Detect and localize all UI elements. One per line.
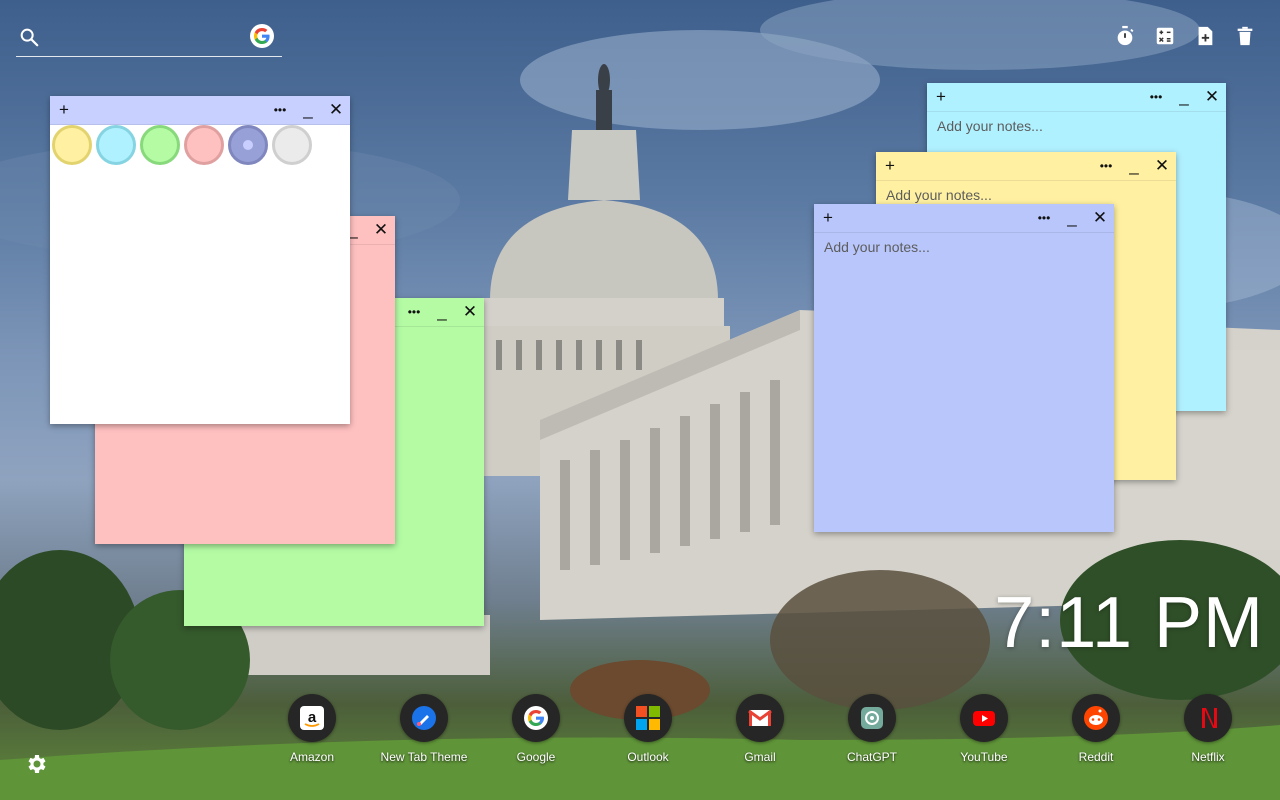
color-swatch-lavender[interactable]	[228, 125, 268, 165]
close-button[interactable]: ✕	[1202, 87, 1222, 107]
close-button[interactable]: ✕	[371, 220, 391, 240]
google-icon	[524, 706, 548, 730]
color-palette	[50, 125, 314, 165]
brush-icon	[412, 706, 436, 730]
shortcut-outlook[interactable]: Outlook	[592, 694, 704, 764]
minimize-button[interactable]: _	[1062, 208, 1082, 228]
color-swatch-cyan[interactable]	[96, 125, 136, 165]
shortcut-chatgpt[interactable]: ChatGPT	[816, 694, 928, 764]
search-icon[interactable]	[18, 26, 40, 48]
note-menu-button[interactable]: •••	[1034, 208, 1054, 228]
close-button[interactable]: ✕	[1090, 208, 1110, 228]
google-icon	[254, 28, 270, 44]
reddit-icon	[1084, 706, 1108, 730]
add-note-button[interactable]: +	[880, 156, 900, 176]
note-titlebar[interactable]: + ••• _ ✕	[50, 96, 350, 125]
gmail-icon	[748, 709, 772, 726]
shortcut-gmail[interactable]: Gmail	[704, 694, 816, 764]
minimize-button[interactable]: _	[1174, 87, 1194, 107]
add-note-icon[interactable]	[1194, 24, 1216, 48]
gear-icon[interactable]	[24, 752, 48, 776]
shortcut-new-tab-theme[interactable]: New Tab Theme	[368, 694, 480, 764]
minimize-button[interactable]: _	[1124, 156, 1144, 176]
shortcuts-dock: a Amazon New Tab Theme Google Outlook Gm…	[256, 694, 1262, 774]
calculator-icon[interactable]	[1154, 24, 1176, 48]
add-note-button[interactable]: +	[931, 87, 951, 107]
shortcut-netflix[interactable]: Netflix	[1152, 694, 1264, 764]
chatgpt-icon	[861, 707, 883, 729]
close-button[interactable]: ✕	[1152, 156, 1172, 176]
amazon-icon: a	[300, 706, 324, 730]
stopwatch-icon[interactable]	[1114, 24, 1136, 48]
shortcut-youtube[interactable]: YouTube	[928, 694, 1040, 764]
color-swatch-pink[interactable]	[184, 125, 224, 165]
netflix-icon	[1202, 708, 1217, 728]
note-menu-button[interactable]: •••	[404, 302, 424, 322]
clock: 7:11 PM	[994, 583, 1264, 663]
note-titlebar[interactable]: + ••• _ ✕	[876, 152, 1176, 181]
sticky-note-white: + ••• _ ✕	[50, 96, 350, 424]
add-note-button[interactable]: +	[818, 208, 838, 228]
search-bar	[16, 20, 282, 57]
google-search-button[interactable]	[250, 24, 274, 48]
toolbar	[1114, 24, 1256, 48]
note-menu-button[interactable]: •••	[1146, 87, 1166, 107]
color-swatch-green[interactable]	[140, 125, 180, 165]
note-menu-button[interactable]: •••	[1096, 156, 1116, 176]
add-note-button[interactable]: +	[54, 100, 74, 120]
svg-text:a: a	[308, 709, 317, 726]
shortcut-reddit[interactable]: Reddit	[1040, 694, 1152, 764]
microsoft-icon	[636, 706, 660, 730]
youtube-icon	[973, 711, 995, 726]
color-swatch-yellow[interactable]	[52, 125, 92, 165]
minimize-button[interactable]: _	[432, 302, 452, 322]
note-titlebar[interactable]: + ••• _ ✕	[927, 83, 1226, 112]
trash-icon[interactable]	[1234, 24, 1256, 48]
search-input[interactable]	[48, 26, 252, 50]
close-button[interactable]: ✕	[460, 302, 480, 322]
color-swatch-white[interactable]	[272, 125, 312, 165]
close-button[interactable]: ✕	[326, 100, 346, 120]
sticky-note-lavender: + ••• _ ✕	[814, 204, 1114, 532]
note-textarea[interactable]	[814, 233, 1114, 532]
shortcut-amazon[interactable]: a Amazon	[256, 694, 368, 764]
minimize-button[interactable]: _	[298, 100, 318, 120]
note-titlebar[interactable]: + ••• _ ✕	[814, 204, 1114, 233]
selected-indicator	[243, 140, 253, 150]
note-menu-button[interactable]: •••	[270, 100, 290, 120]
shortcut-google[interactable]: Google	[480, 694, 592, 764]
